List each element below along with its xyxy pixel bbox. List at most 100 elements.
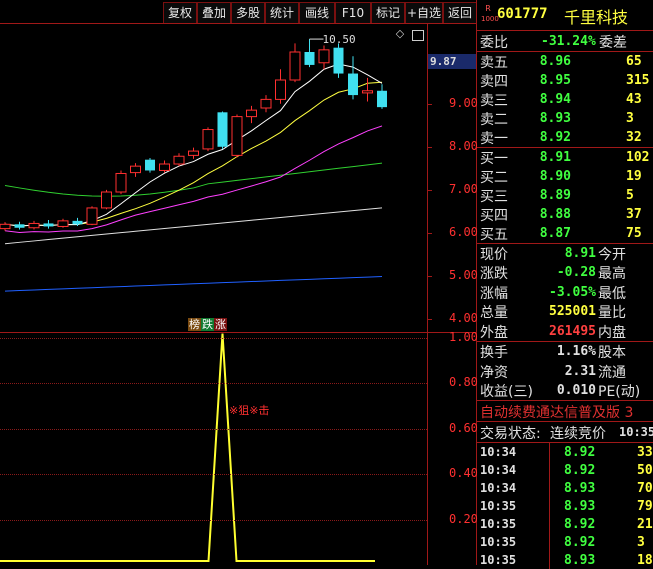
- buy_orders-volume: 75: [626, 226, 642, 241]
- sub-gridline: [0, 428, 427, 430]
- candle-body: [86, 207, 98, 225]
- trade-status-time: 10:35: [619, 425, 653, 439]
- weidiff-label: 委差: [599, 35, 627, 51]
- tick-row: 10:35 8.92 3: [477, 533, 653, 551]
- candlestick-chart[interactable]: 10.50: [0, 24, 427, 332]
- sell_orders-price: 8.96: [539, 54, 571, 69]
- sell_orders-label: 卖一: [480, 131, 508, 147]
- candle-body: [246, 109, 257, 118]
- fin-label: 收益(三): [480, 384, 533, 400]
- gridline: [428, 319, 432, 321]
- buy_orders-row[interactable]: 买一 8.91 102: [477, 148, 653, 167]
- sell_orders-volume: 43: [626, 92, 642, 107]
- indicator-tags: 榜跌涨: [188, 318, 227, 332]
- indicator-chart[interactable]: [0, 333, 427, 565]
- mark-button[interactable]: 标记: [371, 2, 405, 24]
- tick-row: 10:35 8.93 18: [477, 551, 653, 569]
- tick-time: 10:35: [480, 535, 517, 549]
- tick-time: 10:34: [480, 463, 517, 477]
- fin-row: 收益(三) 0.010 PE(动): [477, 381, 653, 400]
- tick-price: 8.93: [564, 553, 596, 568]
- buy_orders-price: 8.87: [539, 226, 571, 241]
- sell_orders-row[interactable]: 卖二 8.93 3: [477, 109, 653, 128]
- add-watchlist-button[interactable]: +自选: [405, 2, 443, 24]
- sell_orders-row[interactable]: 卖五 8.96 65: [477, 52, 653, 71]
- sub-gridline: [0, 519, 427, 521]
- tick-price: 8.92: [564, 517, 596, 532]
- ma60-line: [4, 162, 383, 197]
- buy_orders-price: 8.91: [539, 150, 571, 165]
- ma250-line: [4, 276, 383, 292]
- sell_orders-price: 8.95: [539, 73, 571, 88]
- candle-body: [275, 79, 286, 100]
- candle-body: [14, 224, 25, 228]
- tick-volume: 70: [637, 481, 653, 496]
- fuquan-button[interactable]: 复权: [163, 2, 197, 24]
- sell_orders-volume: 65: [626, 54, 642, 69]
- sell_orders-label: 卖二: [480, 112, 508, 128]
- quote-value: -0.28: [556, 265, 596, 281]
- sell_orders-price: 8.92: [539, 130, 571, 145]
- sell_orders-row[interactable]: 卖四 8.95 315: [477, 71, 653, 90]
- tag-bang[interactable]: 榜: [188, 318, 201, 331]
- candle-body: [362, 90, 373, 94]
- sub-gridline: [0, 337, 427, 339]
- sniper-annotation: ※狙※击: [229, 404, 270, 417]
- overlay-button[interactable]: 叠加: [197, 2, 231, 24]
- candle-body: [188, 150, 199, 156]
- quote-row: 现价 8.91 今开: [477, 244, 653, 263]
- buy_orders-row[interactable]: 买二 8.90 19: [477, 167, 653, 186]
- fin-label2: PE(动): [598, 384, 641, 400]
- candle-body: [289, 51, 301, 81]
- tick-row: 10:35 8.92 21: [477, 515, 653, 533]
- tick-price: 8.93: [564, 481, 596, 496]
- tick-row: 10:35 8.93 79: [477, 497, 653, 515]
- buy_orders-volume: 37: [626, 207, 642, 222]
- gridline: [428, 189, 432, 191]
- buy_orders-label: 买四: [480, 208, 508, 224]
- y-tick-label: 7.00: [449, 181, 478, 196]
- quote-row: 总量 525001 量比: [477, 302, 653, 321]
- tick-row: 10:34 8.93 70: [477, 479, 653, 497]
- sell_orders-volume: 315: [626, 73, 650, 88]
- quote-label2: 今开: [598, 247, 626, 263]
- quote-label2: 量比: [598, 305, 626, 322]
- gridline: [428, 276, 432, 277]
- y-tick-label: 6.00: [449, 224, 478, 239]
- sub-gridline: [0, 383, 427, 385]
- market-badge: R 1000: [481, 4, 499, 26]
- fin-row: 换手 1.16% 股本: [477, 342, 653, 361]
- buy_orders-volume: 5: [626, 188, 634, 203]
- tick-volume: 79: [637, 499, 653, 514]
- sub-y-tick-label: 0.20: [449, 511, 478, 526]
- sell_orders-row[interactable]: 卖三 8.94 43: [477, 90, 653, 109]
- quote-row: 外盘 261495 内盘: [477, 322, 653, 341]
- tick-volume: 18: [637, 553, 653, 568]
- high-marker-label: 10.50: [323, 33, 356, 46]
- weibi-label: 委比: [480, 35, 508, 51]
- tick-price: 8.93: [564, 499, 596, 514]
- multi-stock-button[interactable]: 多股: [231, 2, 265, 24]
- buy_orders-volume: 102: [626, 150, 650, 165]
- candle-body: [231, 116, 243, 156]
- buy_orders-row[interactable]: 买三 8.89 5: [477, 186, 653, 205]
- statistics-button[interactable]: 统计: [265, 2, 299, 24]
- buy_orders-row[interactable]: 买五 8.87 75: [477, 224, 653, 243]
- gridline: [428, 232, 432, 234]
- quote-value: 8.91: [564, 246, 596, 261]
- signal-line: [0, 333, 375, 562]
- buy_orders-row[interactable]: 买四 8.88 37: [477, 205, 653, 224]
- y-tick-label: 4.00: [449, 311, 478, 326]
- draw-line-button[interactable]: 画线: [299, 2, 335, 24]
- tag-die[interactable]: 跌: [201, 318, 214, 331]
- marquee-ad[interactable]: 自动续费通达信普及版 3: [480, 402, 633, 422]
- fin-row: 净资 2.31 流通: [477, 362, 653, 381]
- sell_orders-row[interactable]: 卖一 8.92 32: [477, 128, 653, 147]
- quote-label2: 内盘: [598, 324, 626, 341]
- tag-zhang[interactable]: 涨: [214, 318, 227, 331]
- sub-y-tick-label: 0.80: [449, 375, 478, 390]
- back-button[interactable]: 返回: [443, 2, 477, 24]
- buy_orders-price: 8.88: [539, 207, 571, 222]
- candle-body: [115, 172, 127, 193]
- f10-button[interactable]: F10: [335, 2, 371, 24]
